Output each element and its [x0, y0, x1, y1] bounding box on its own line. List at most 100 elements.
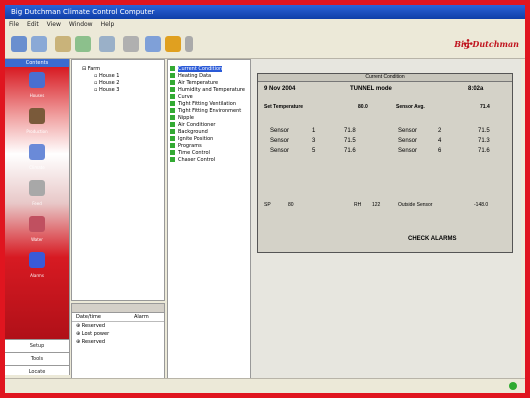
- alarm-icon: [29, 252, 45, 268]
- tree-item[interactable]: ▫ House 3: [72, 87, 164, 94]
- sensor-4-value: 71.3: [478, 138, 490, 144]
- list-item[interactable]: ⊕ Lost power: [72, 330, 164, 338]
- section-item[interactable]: Humidity and Temperature: [168, 87, 250, 94]
- nav-item-feed[interactable]: Feed: [5, 175, 69, 211]
- sp-value: 80: [288, 202, 294, 208]
- refresh-icon[interactable]: [75, 36, 91, 52]
- nav-item-production[interactable]: Production: [5, 103, 69, 139]
- set-temp-label: Set Temperature: [264, 104, 304, 110]
- check-icon: [170, 94, 175, 99]
- nav-tools[interactable]: Tools: [5, 352, 69, 365]
- section-item[interactable]: Programs: [168, 143, 250, 150]
- folder-icon[interactable]: [55, 36, 71, 52]
- alarm-log-columns: Date/time Alarm: [72, 313, 164, 322]
- sensor-2-num: 2: [438, 128, 442, 134]
- settings-icon[interactable]: [123, 36, 139, 52]
- sensor-2-label: Sensor: [398, 128, 418, 134]
- sensor-1-num: 1: [312, 128, 316, 134]
- nav-item-alarms[interactable]: Alarms: [5, 247, 69, 283]
- nav-setup[interactable]: Setup: [5, 339, 69, 352]
- section-item[interactable]: Ignite Position: [168, 136, 250, 143]
- section-item[interactable]: Air Temperature: [168, 80, 250, 87]
- check-icon: [170, 157, 175, 162]
- sensor-5-value: 71.6: [344, 148, 356, 154]
- sensor-5-num: 5: [312, 148, 316, 154]
- nav-item-water[interactable]: Water: [5, 211, 69, 247]
- nav-locate[interactable]: Locate: [5, 365, 69, 378]
- sensor-2-value: 71.5: [478, 128, 490, 134]
- rh-label: RH: [354, 202, 362, 208]
- mode-display: TUNNEL mode: [350, 86, 392, 92]
- menu-help[interactable]: Help: [97, 19, 119, 30]
- nav-item-houses[interactable]: Houses: [5, 67, 69, 103]
- house-tree: ⊟ Farm ▫ House 1 ▫ House 2 ▫ House 3: [71, 59, 165, 301]
- check-icon: [170, 73, 175, 78]
- key-icon[interactable]: [165, 36, 181, 52]
- sensor-6-value: 71.6: [478, 148, 490, 154]
- check-icon: [170, 143, 175, 148]
- sensor-6-label: Sensor: [398, 148, 418, 154]
- sp-label: SP: [264, 202, 271, 208]
- section-item[interactable]: Air Conditioner: [168, 122, 250, 129]
- toolbar: ✣ Big Dutchman: [5, 30, 525, 59]
- sensor-1-value: 71.8: [344, 128, 356, 134]
- set-temp-value: 80.0: [358, 104, 368, 110]
- sensor-5-label: Sensor: [270, 148, 290, 154]
- tree-item[interactable]: ▫ House 2: [72, 80, 164, 87]
- section-item[interactable]: Background: [168, 129, 250, 136]
- window-frame: Big Dutchman Climate Control Computer Fi…: [0, 0, 530, 398]
- section-item[interactable]: Tight Fitting Environment: [168, 108, 250, 115]
- sensor-avg-label: Sensor Avg.: [396, 104, 425, 110]
- water-icon: [29, 216, 45, 232]
- section-item[interactable]: Time Control: [168, 150, 250, 157]
- alarm-log-panel: Date/time Alarm ⊕ Reserved ⊕ Lost power …: [71, 303, 165, 385]
- nav-bottom: Setup Tools Locate: [5, 339, 69, 375]
- date-display: 9 Nov 2004: [264, 86, 296, 92]
- check-icon: [170, 87, 175, 92]
- section-item-current-condition[interactable]: Current Condition: [168, 66, 250, 73]
- sensor-3-value: 71.5: [344, 138, 356, 144]
- menu-file[interactable]: File: [5, 19, 23, 30]
- tree-root[interactable]: ⊟ Farm: [72, 60, 164, 73]
- section-item[interactable]: Tight Fitting Ventilation: [168, 101, 250, 108]
- list-item[interactable]: ⊕ Reserved: [72, 338, 164, 346]
- open-icon[interactable]: [31, 36, 47, 52]
- check-alarms-message: CHECK ALARMS: [408, 236, 457, 242]
- section-item[interactable]: Curve: [168, 94, 250, 101]
- sensor-3-label: Sensor: [270, 138, 290, 144]
- section-item[interactable]: Nipple: [168, 115, 250, 122]
- main-content: Current Condition 9 Nov 2004 TUNNEL mode…: [251, 59, 521, 383]
- section-list: Current Condition Heating Data Air Tempe…: [167, 59, 251, 385]
- outside-sensor-value: -148.0: [474, 202, 489, 208]
- check-icon: [170, 80, 175, 85]
- section-item[interactable]: Heating Data: [168, 73, 250, 80]
- check-icon: [170, 115, 175, 120]
- status-bar: [5, 378, 525, 393]
- left-navigation: Contents Houses Production Climate Feed …: [5, 59, 70, 375]
- new-icon[interactable]: [11, 36, 27, 52]
- sensor-4-label: Sensor: [398, 138, 418, 144]
- rh-value: 122: [372, 202, 381, 208]
- list-item[interactable]: ⊕ Reserved: [72, 322, 164, 330]
- sensor-6-num: 6: [438, 148, 442, 154]
- feed-icon: [29, 180, 45, 196]
- tree-item[interactable]: ▫ House 1: [72, 73, 164, 80]
- dropdown-icon[interactable]: [185, 36, 193, 52]
- print-icon[interactable]: [99, 36, 115, 52]
- nav-header: Contents: [5, 59, 69, 67]
- status-indicator-icon: [509, 382, 517, 390]
- menu-view[interactable]: View: [43, 19, 65, 30]
- check-icon: [170, 101, 175, 106]
- window-title: Big Dutchman Climate Control Computer: [5, 5, 525, 19]
- user-icon[interactable]: [145, 36, 161, 52]
- check-icon: [170, 150, 175, 155]
- nav-item-climate[interactable]: Climate: [5, 139, 69, 175]
- outside-sensor-label: Outside Sensor: [398, 202, 433, 208]
- menu-window[interactable]: Window: [65, 19, 97, 30]
- current-condition-panel: Current Condition 9 Nov 2004 TUNNEL mode…: [257, 73, 513, 253]
- menubar: File Edit View Window Help: [5, 19, 525, 30]
- menu-edit[interactable]: Edit: [23, 19, 43, 30]
- col-datetime[interactable]: Date/time: [76, 313, 101, 321]
- col-alarm[interactable]: Alarm: [134, 313, 149, 321]
- section-item[interactable]: Chaser Control: [168, 157, 250, 164]
